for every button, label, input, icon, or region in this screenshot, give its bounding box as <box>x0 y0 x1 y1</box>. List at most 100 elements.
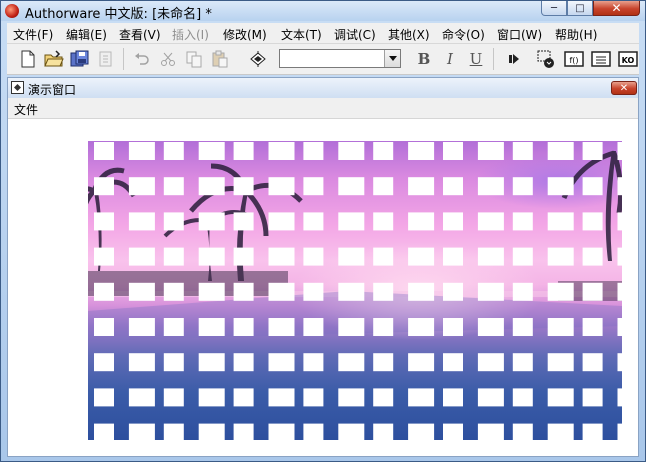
mosaic-tile <box>338 423 365 440</box>
mosaic-tile <box>408 142 435 160</box>
mosaic-tile <box>94 423 114 440</box>
mosaic-tile <box>163 247 184 266</box>
mosaic-tile <box>233 282 254 301</box>
mosaic-tile <box>233 212 254 231</box>
mosaic-tile <box>477 423 504 440</box>
mosaic-tile <box>443 247 463 266</box>
mosaic-tile <box>582 353 603 372</box>
control-panel-icon[interactable] <box>535 48 557 70</box>
mosaic-tile <box>443 318 463 336</box>
undo-icon[interactable] <box>131 48 153 70</box>
close-button[interactable]: ✕ <box>593 1 640 16</box>
mosaic-tile <box>617 423 622 440</box>
mosaic-tile <box>408 247 435 266</box>
underline-button[interactable]: U <box>465 48 487 70</box>
transition-image <box>88 141 622 440</box>
minimize-button[interactable]: ─ <box>541 1 567 16</box>
window-title: Authorware 中文版: [未命名] * <box>25 7 212 22</box>
mosaic-tile <box>268 282 295 301</box>
mosaic-tile <box>94 318 114 336</box>
mosaic-tile <box>512 177 533 196</box>
mosaic-tile <box>477 388 504 407</box>
menu-other[interactable]: 其他(X) <box>388 26 430 43</box>
mosaic-tile <box>303 177 324 196</box>
mosaic-tile <box>163 142 184 160</box>
mosaic-tile <box>512 388 533 407</box>
mosaic-tile <box>94 142 114 160</box>
chevron-down-icon[interactable] <box>384 50 400 67</box>
mosaic-tile <box>547 353 574 372</box>
mosaic-tile <box>303 142 324 160</box>
menu-modify[interactable]: 修改(M) <box>223 26 267 43</box>
mosaic-tile <box>582 282 603 301</box>
mosaic-tile <box>303 212 324 231</box>
mosaic-tile <box>582 212 603 231</box>
menu-edit[interactable]: 编辑(E) <box>66 26 107 43</box>
cut-icon[interactable] <box>157 48 179 70</box>
menu-insert[interactable]: 插入(I) <box>172 26 209 43</box>
mosaic-tile <box>443 142 463 160</box>
menu-file[interactable]: 文件(F) <box>13 26 53 43</box>
mosaic-tile <box>233 247 254 266</box>
mosaic-tile <box>547 247 574 266</box>
import-icon[interactable] <box>95 48 117 70</box>
paste-icon[interactable] <box>209 48 231 70</box>
functions-icon[interactable]: f() <box>563 48 585 70</box>
menu-command[interactable]: 命令(O) <box>442 26 485 43</box>
mosaic-tile <box>94 177 114 196</box>
mosaic-tile <box>582 247 603 266</box>
mosaic-tile <box>338 353 365 372</box>
mosaic-tile <box>198 142 225 160</box>
open-folder-icon[interactable] <box>43 48 65 70</box>
menu-text[interactable]: 文本(T) <box>281 26 322 43</box>
mosaic-tile <box>477 177 504 196</box>
bold-button[interactable]: B <box>413 48 435 70</box>
save-all-icon[interactable] <box>69 48 91 70</box>
menu-window[interactable]: 窗口(W) <box>497 26 542 43</box>
italic-button[interactable]: I <box>439 48 461 70</box>
mosaic-tile <box>443 423 463 440</box>
mosaic-tile <box>94 212 114 231</box>
mosaic-tile <box>373 177 394 196</box>
stage[interactable] <box>8 119 638 456</box>
presentation-menu-bar: 文件 <box>8 98 638 119</box>
font-select[interactable] <box>279 49 401 68</box>
mosaic-tile <box>233 423 254 440</box>
mosaic-tile <box>408 318 435 336</box>
mosaic-tile <box>94 282 114 301</box>
presentation-title-bar[interactable]: 演示窗口 ✕ <box>8 78 638 98</box>
menu-debug[interactable]: 调试(C) <box>334 26 376 43</box>
mosaic-tile <box>233 388 254 407</box>
new-file-icon[interactable] <box>17 48 39 70</box>
presentation-close-button[interactable]: ✕ <box>611 81 637 95</box>
presentation-menu-file[interactable]: 文件 <box>14 101 38 118</box>
menu-view[interactable]: 查看(V) <box>119 26 161 43</box>
find-icon[interactable] <box>247 48 269 70</box>
copy-icon[interactable] <box>183 48 205 70</box>
restart-icon[interactable] <box>503 48 525 70</box>
mosaic-tile <box>617 388 622 407</box>
mosaic-tile <box>373 318 394 336</box>
toolbar: B I U f() KO <box>7 44 639 75</box>
mosaic-tile <box>163 282 184 301</box>
toolbar-separator <box>123 48 124 70</box>
variables-icon[interactable] <box>590 48 612 70</box>
mosaic-tile <box>94 353 114 372</box>
mosaic-tile <box>408 353 435 372</box>
maximize-button[interactable]: □ <box>567 1 593 16</box>
mosaic-tile <box>547 423 574 440</box>
mosaic-tile <box>163 388 184 407</box>
mosaic-tile <box>268 318 295 336</box>
mosaic-tile <box>338 177 365 196</box>
mosaic-tile <box>547 318 574 336</box>
mosaic-tile <box>547 282 574 301</box>
mosaic-tile <box>512 212 533 231</box>
menu-help[interactable]: 帮助(H) <box>555 26 597 43</box>
knowledge-objects-icon[interactable]: KO <box>617 48 639 70</box>
mosaic-tile <box>128 142 155 160</box>
title-bar[interactable]: Authorware 中文版: [未命名] * ─ □ ✕ <box>1 1 645 22</box>
svg-text:f(): f() <box>569 56 578 65</box>
mosaic-tile <box>128 353 155 372</box>
scene-overlay <box>88 142 622 440</box>
menu-bar: 文件(F) 编辑(E) 查看(V) 插入(I) 修改(M) 文本(T) 调试(C… <box>7 23 639 44</box>
